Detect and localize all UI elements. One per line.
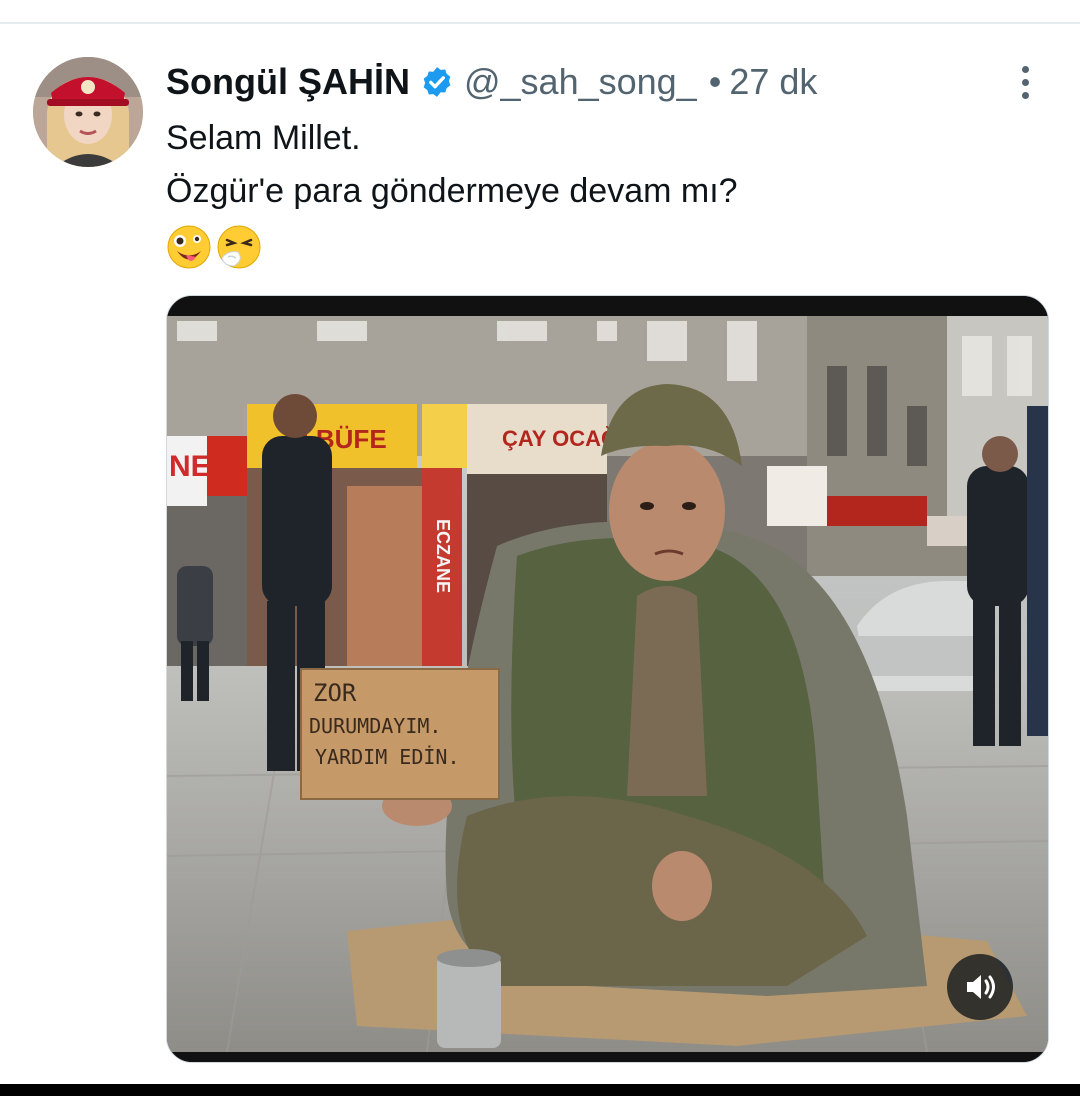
tweet-header: Songül ŞAHİN @_sah_song_ • 27 dk xyxy=(166,60,817,104)
top-divider xyxy=(0,22,1080,24)
tweet-text: Selam Millet. Özgür'e para göndermeye de… xyxy=(166,112,738,218)
cardboard-sign: ZOR DURUMDAYIM. YARDIM EDİN. xyxy=(300,668,500,800)
avatar[interactable] xyxy=(33,57,143,167)
more-options-icon[interactable] xyxy=(1008,60,1042,104)
store-sign-ne: NE xyxy=(169,450,211,483)
volume-icon[interactable] xyxy=(947,954,1013,1020)
timestamp[interactable]: 27 dk xyxy=(729,61,817,103)
tweet-text-line: Selam Millet. xyxy=(166,119,361,157)
store-sign-eczane: ECZANE xyxy=(433,519,453,593)
sign-line: ZOR xyxy=(313,679,357,707)
separator-dot: • xyxy=(708,61,722,102)
author-name[interactable]: Songül ŞAHİN xyxy=(166,61,410,103)
zany-face-icon xyxy=(166,224,212,270)
verified-badge-icon xyxy=(420,65,454,99)
sign-line: YARDIM EDİN. xyxy=(315,745,460,769)
sign-line: DURUMDAYIM. xyxy=(309,714,441,738)
bottom-bar xyxy=(0,1084,1080,1096)
sneezing-face-icon xyxy=(216,224,262,270)
tweet-media[interactable]: NE M BÜFE ÇAY OCAĞI ECZANE ZOR DURUMDAYI… xyxy=(166,295,1049,1063)
avatar-image xyxy=(33,57,143,167)
media-image: NE M BÜFE ÇAY OCAĞI ECZANE ZOR DURUMDAYI… xyxy=(167,296,1048,1062)
tweet-text-line: Özgür'e para göndermeye devam mı? xyxy=(166,172,738,210)
author-handle[interactable]: @_sah_song_ xyxy=(464,61,697,103)
emoji-row xyxy=(166,224,262,270)
